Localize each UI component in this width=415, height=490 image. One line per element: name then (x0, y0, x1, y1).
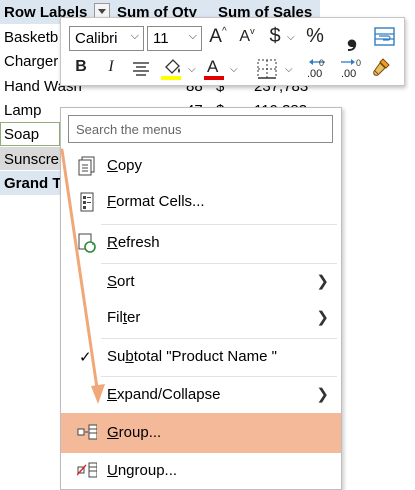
svg-text:0: 0 (319, 58, 324, 68)
font-color-button[interactable]: A (203, 56, 225, 82)
search-menus-input[interactable]: Search the menus (68, 115, 333, 143)
menu-item-label: Subtotal "Product Name " (107, 348, 277, 365)
menu-item-label: Copy (107, 157, 143, 174)
italic-icon: I (108, 58, 114, 75)
italic-button[interactable]: I (103, 58, 119, 80)
mini-toolbar: Calibri ⌵ 11 ⌵ A^ Av $ ⌵ % ❟ B I ⌵ A ⌵ ⌵… (60, 17, 405, 86)
comma-icon: ❟ (346, 21, 358, 51)
font-size-combo[interactable]: 11 ⌵ (147, 26, 202, 51)
fill-color-button[interactable] (160, 56, 184, 82)
format-painter-button[interactable] (369, 56, 393, 80)
decimal-label: .00 (341, 68, 357, 80)
font-color-swatch (204, 76, 224, 80)
increase-decimal-button[interactable]: 0 .00 (305, 56, 331, 82)
menu-item-sort[interactable]: Sort ❯ (61, 264, 341, 300)
percent-icon: % (306, 25, 324, 47)
decrease-decimal-button[interactable]: 0 .00 (337, 56, 363, 82)
menu-item-ungroup[interactable]: Ungroup... (61, 453, 341, 489)
menu-item-label: Refresh (107, 234, 160, 251)
borders-button[interactable] (256, 58, 278, 80)
menu-item-refresh[interactable]: Refresh (61, 225, 341, 261)
shrink-font-icon: A (239, 28, 251, 45)
menu-item-subtotal[interactable]: ✓ Subtotal "Product Name " (61, 339, 341, 375)
caret-up-icon: ^ (221, 26, 227, 37)
borders-icon (257, 59, 277, 79)
row-label: Soap (4, 126, 40, 143)
menu-item-format-cells[interactable]: Format Cells... (61, 184, 341, 220)
chevron-right-icon: ❯ (316, 386, 329, 403)
row-label: Lamp (4, 102, 42, 119)
chevron-down-icon[interactable]: ⌵ (230, 64, 238, 75)
menu-item-group[interactable]: Group... (61, 413, 341, 453)
chevron-down-icon[interactable]: ⌵ (188, 64, 196, 75)
row-label: Sunscre (4, 151, 60, 168)
bold-icon: B (75, 58, 87, 75)
format-cells-icon (80, 192, 94, 212)
menu-item-label: Expand/Collapse (107, 386, 221, 403)
font-name-value: Calibri (75, 30, 118, 47)
copy-icon (78, 156, 95, 176)
search-placeholder: Search the menus (76, 122, 182, 137)
menu-item-label: Sort (107, 273, 135, 290)
percent-style-button[interactable]: % (303, 25, 327, 49)
chevron-down-icon: ⌵ (188, 30, 197, 42)
chevron-down-icon: ⌵ (130, 30, 139, 42)
comma-style-button[interactable]: ❟ (345, 21, 359, 51)
font-name-combo[interactable]: Calibri ⌵ (69, 26, 144, 51)
wrap-text-icon (374, 27, 395, 46)
paint-bucket-icon (161, 59, 181, 80)
chevron-down-icon[interactable]: ⌵ (285, 64, 293, 75)
chevron-down-icon[interactable]: ⌵ (287, 32, 295, 43)
chevron-right-icon: ❯ (316, 309, 329, 326)
grow-font-button[interactable]: A^ (207, 26, 229, 50)
caret-down-icon: v (250, 26, 255, 36)
arrow-right-icon: 0 (341, 58, 361, 68)
context-menu: Search the menus Copy Format Cells... Re… (60, 107, 342, 490)
font-color-icon: A (207, 57, 219, 76)
row-label: Grand T (4, 175, 62, 192)
menu-item-label: Filter (107, 309, 141, 326)
decimal-label: .00 (307, 68, 323, 80)
row-label: Charger (4, 53, 59, 70)
font-size-value: 11 (153, 30, 169, 47)
menu-item-label: Ungroup... (107, 462, 178, 479)
grow-font-icon: A (209, 26, 222, 47)
dollar-icon: $ (269, 25, 281, 47)
group-icon (77, 424, 97, 440)
currency-format-button[interactable]: $ (267, 25, 283, 49)
svg-text:0: 0 (356, 58, 361, 68)
checkmark-icon: ✓ (79, 349, 92, 366)
menu-item-label: Format Cells... (107, 193, 205, 210)
shrink-font-button[interactable]: Av (236, 26, 258, 50)
refresh-icon (78, 233, 96, 253)
align-center-icon (133, 62, 149, 76)
arrow-left-icon: 0 (309, 58, 325, 68)
chevron-right-icon: ❯ (316, 273, 329, 290)
bold-button[interactable]: B (73, 58, 89, 80)
ungroup-icon (77, 462, 97, 478)
menu-item-label: Group... (107, 424, 162, 441)
menu-item-expand-collapse[interactable]: Expand/Collapse ❯ (61, 377, 341, 413)
menu-item-filter[interactable]: Filter ❯ (61, 300, 341, 336)
wrap-text-button[interactable] (374, 26, 396, 48)
align-center-button[interactable] (131, 59, 151, 79)
row-label: Basketb (4, 29, 59, 46)
paintbrush-icon (373, 58, 390, 76)
menu-item-copy[interactable]: Copy (61, 148, 341, 184)
